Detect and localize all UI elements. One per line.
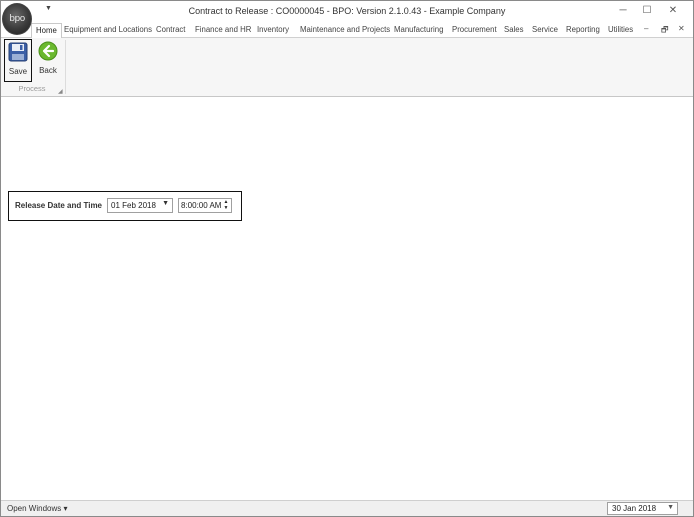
group-separator — [65, 40, 66, 94]
tab-finance-and-hr[interactable]: Finance and HR — [195, 23, 251, 38]
status-date-chevron-icon[interactable]: ▼ — [667, 504, 674, 511]
back-arrow-icon — [38, 41, 58, 61]
ribbon-panel: Save Back Process ◢ — [1, 38, 693, 97]
open-windows-menu[interactable]: Open Windows ▾ — [7, 504, 68, 513]
process-group-label: Process — [18, 84, 46, 93]
open-windows-dropdown-icon: ▾ — [63, 504, 68, 513]
tab-reporting[interactable]: Reporting — [566, 23, 600, 38]
status-bar: Open Windows ▾ 30 Jan 2018 ▼ — [1, 500, 693, 516]
release-date-time-label: Release Date and Time — [15, 201, 103, 210]
time-spin-buttons[interactable]: ▲ ▼ — [222, 199, 230, 212]
tab-sales[interactable]: Sales — [504, 23, 524, 38]
chevron-down-icon[interactable]: ▼ — [162, 200, 169, 207]
save-disk-icon — [8, 42, 28, 62]
tab-manufacturing[interactable]: Manufacturing — [394, 23, 443, 38]
release-time-value: 8:00:00 AM — [181, 201, 222, 210]
application-window: bpo ▼ Contract to Release : CO0000045 - … — [0, 0, 694, 517]
open-windows-label: Open Windows — [7, 504, 62, 513]
tab-home[interactable]: Home — [31, 23, 62, 39]
tab-service[interactable]: Service — [532, 23, 558, 38]
window-title: Contract to Release : CO0000045 - BPO: V… — [188, 6, 506, 16]
ribbon-close-icon[interactable]: ✕ — [678, 24, 685, 33]
app-logo[interactable]: bpo — [2, 3, 32, 35]
ribbon-minimize-icon[interactable]: – — [644, 24, 648, 33]
tab-contract[interactable]: Contract — [156, 23, 185, 38]
release-time-spinner[interactable]: 8:00:00 AM ▲ ▼ — [178, 198, 232, 213]
tab-equipment-and-locations[interactable]: Equipment and Locations — [64, 23, 152, 38]
release-date-time-group: Release Date and Time 01 Feb 2018 ▼ 8:00… — [8, 191, 242, 221]
release-date-value: 01 Feb 2018 — [111, 201, 156, 210]
title-bar: bpo ▼ Contract to Release : CO0000045 - … — [1, 1, 693, 35]
back-button[interactable]: Back — [34, 39, 62, 82]
tab-maintenance-and-projects[interactable]: Maintenance and Projects — [300, 23, 390, 38]
tab-utilities[interactable]: Utilities — [608, 23, 633, 38]
spin-down-icon[interactable]: ▼ — [222, 205, 230, 211]
back-label: Back — [39, 66, 57, 75]
minimize-button[interactable]: ─ — [613, 4, 633, 18]
ribbon-restore-icon[interactable]: 🗗 — [661, 24, 669, 38]
tab-inventory[interactable]: Inventory — [257, 23, 289, 38]
close-button[interactable]: ✕ — [663, 4, 683, 18]
app-logo-text: bpo — [9, 14, 25, 24]
save-label: Save — [8, 67, 28, 76]
dialog-launcher-icon[interactable]: ◢ — [58, 88, 63, 95]
release-date-picker[interactable]: 01 Feb 2018 ▼ — [107, 198, 173, 213]
status-date-picker[interactable]: 30 Jan 2018 ▼ — [607, 502, 678, 515]
tab-procurement[interactable]: Procurement — [452, 23, 497, 38]
ribbon-tabs: Home Equipment and Locations Contract Fi… — [1, 21, 693, 39]
status-date-value: 30 Jan 2018 — [612, 504, 657, 513]
main-content: Release Date and Time 01 Feb 2018 ▼ 8:00… — [1, 98, 693, 500]
maximize-button[interactable]: ☐ — [637, 4, 657, 18]
save-button[interactable]: Save — [4, 39, 32, 82]
